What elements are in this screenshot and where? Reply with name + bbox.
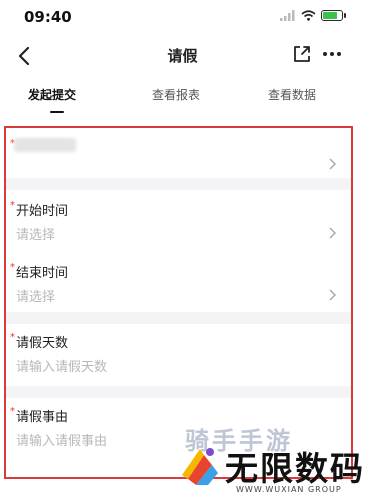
redacted-value	[14, 138, 76, 152]
more-icon[interactable]	[321, 43, 343, 65]
leave-reason-input[interactable]: 请输入请假事由	[16, 430, 107, 449]
required-mark: *	[10, 200, 15, 211]
nav-bar: 请假	[0, 34, 365, 78]
tab-view-data[interactable]: 查看数据	[268, 86, 316, 103]
battery-icon	[321, 10, 346, 21]
active-tab-indicator	[50, 111, 64, 113]
tab-bar: 发起提交 查看报表 查看数据	[0, 78, 365, 118]
end-time-placeholder[interactable]: 请选择	[16, 286, 55, 305]
required-mark: *	[10, 332, 15, 343]
watermark-subtext: WWW.WUXIAN GROUP	[236, 485, 342, 494]
leave-reason-label: 请假事由	[16, 410, 69, 425]
section-divider	[6, 178, 351, 190]
start-time-label: 开始时间	[16, 204, 69, 219]
chevron-right-icon[interactable]	[327, 226, 337, 240]
section-divider	[6, 312, 351, 324]
chevron-right-icon[interactable]	[327, 288, 337, 302]
status-time: 09:40	[24, 8, 72, 26]
required-mark: *	[10, 406, 15, 417]
tab-submit[interactable]: 发起提交	[28, 86, 76, 103]
redacted-field[interactable]: *	[6, 128, 351, 178]
leave-form: * * 开始时间 请选择 * 结束时间 请选择 * 请假天数 请输入请假天数 *…	[4, 126, 353, 479]
leave-days-label: 请假天数	[16, 336, 69, 351]
leave-days-field[interactable]: * 请假天数 请输入请假天数	[6, 324, 351, 386]
end-time-label: 结束时间	[16, 266, 69, 281]
watermark-brand: 无限数码	[225, 449, 365, 488]
chevron-right-icon[interactable]	[327, 157, 337, 171]
required-mark: *	[10, 262, 15, 273]
status-bar: 09:40	[0, 0, 365, 34]
wifi-icon	[301, 10, 316, 21]
start-time-field[interactable]: * 开始时间 请选择	[6, 190, 351, 252]
section-divider	[6, 386, 351, 398]
tab-view-report[interactable]: 查看报表	[152, 86, 200, 103]
status-icons	[280, 10, 346, 21]
start-time-placeholder[interactable]: 请选择	[16, 224, 55, 243]
leave-days-input[interactable]: 请输入请假天数	[16, 356, 107, 375]
cellular-signal-icon	[280, 10, 295, 21]
watermark-logo-icon	[182, 448, 218, 485]
end-time-field[interactable]: * 结束时间 请选择	[6, 252, 351, 312]
share-icon[interactable]	[291, 43, 313, 65]
